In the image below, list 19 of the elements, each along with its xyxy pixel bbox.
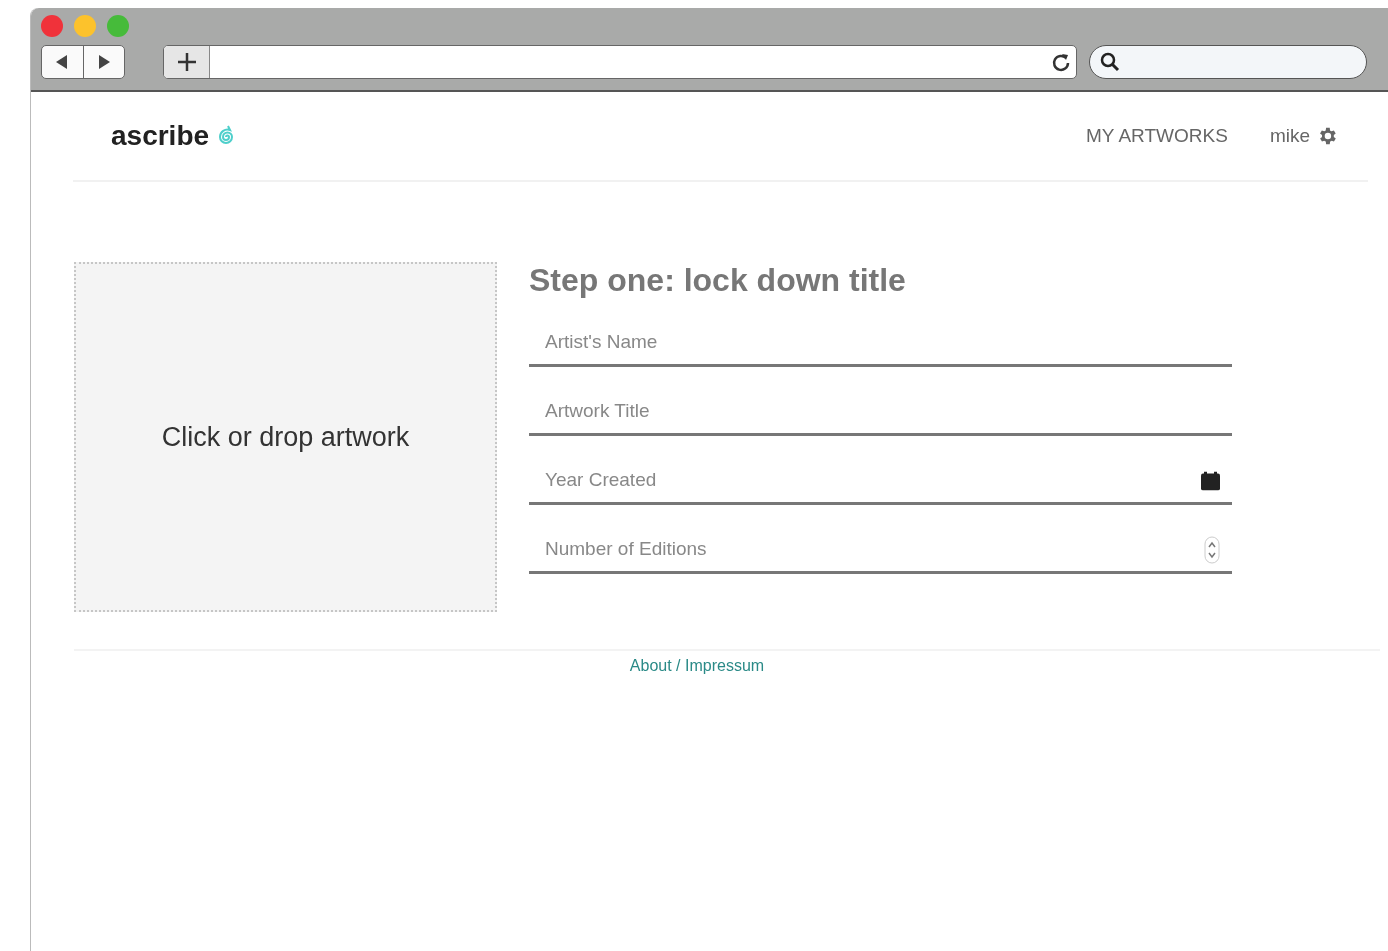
reload-icon	[1051, 52, 1071, 72]
form-title: Step one: lock down title	[529, 262, 907, 299]
input-field[interactable]: Artist's Name	[529, 319, 1232, 367]
forward-icon	[97, 55, 110, 69]
footer-link[interactable]: About / Impressum	[629, 657, 765, 675]
address-bar[interactable]	[163, 45, 1077, 79]
logo-text[interactable]: ascribe	[111, 120, 210, 152]
search-icon	[1100, 52, 1120, 72]
drop-zone-label: Click or drop artwork	[161, 421, 410, 453]
input-field[interactable]: Artwork Title	[529, 388, 1232, 436]
user-link[interactable]: mike	[1269, 125, 1310, 147]
calendar-icon[interactable]	[1201, 471, 1220, 491]
nav-link[interactable]: MY ARTWORKS	[1086, 125, 1228, 147]
back-icon	[56, 55, 69, 69]
spinner-icon[interactable]	[1204, 536, 1220, 564]
plus-icon	[176, 52, 197, 72]
drop-zone[interactable]: Click or drop artwork	[74, 262, 497, 612]
search-field[interactable]	[1089, 45, 1367, 79]
new-tab-button[interactable]	[164, 46, 210, 78]
